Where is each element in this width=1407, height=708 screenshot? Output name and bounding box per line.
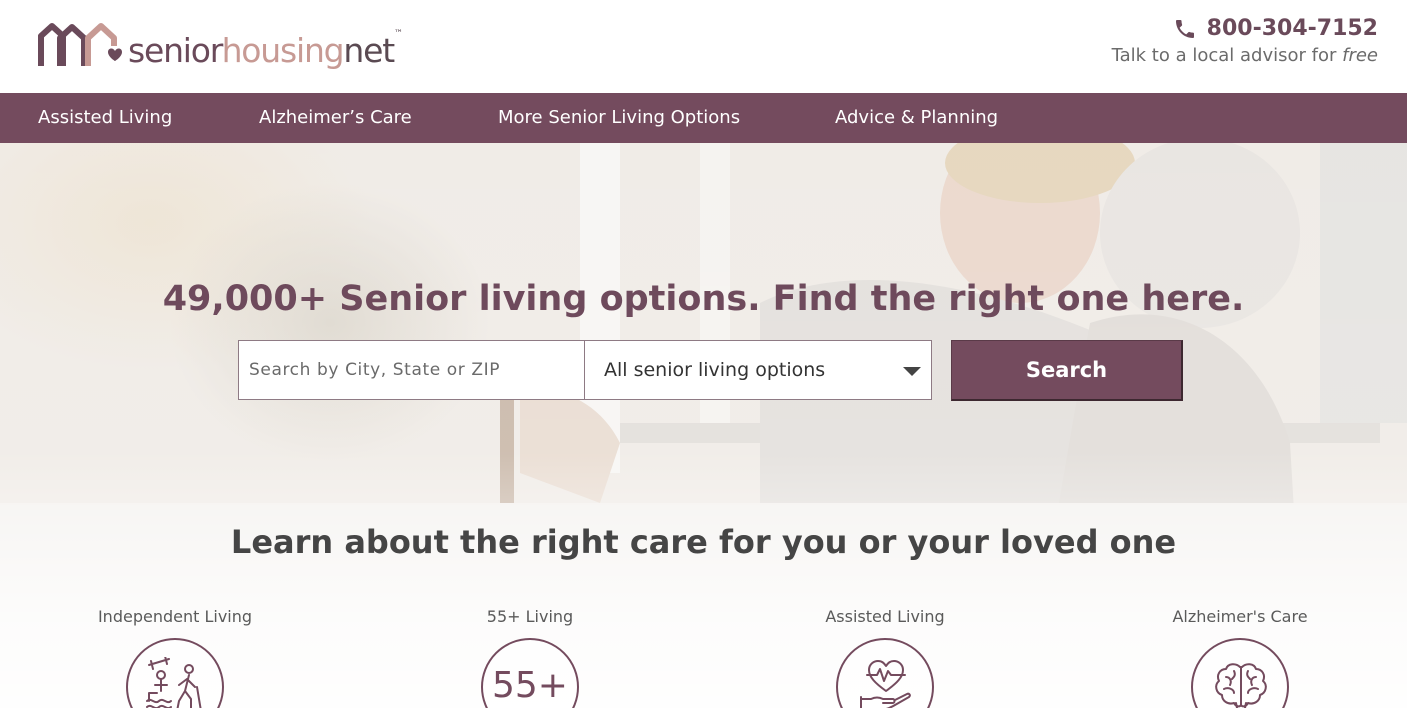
phone-icon	[1175, 19, 1194, 38]
advisor-label: Talk to a local advisor for	[1111, 45, 1337, 66]
phone-number: 800-304-7152	[1206, 16, 1378, 41]
site-logo[interactable]: seniorhousingnet™	[38, 18, 403, 70]
heart-hand-icon	[860, 660, 911, 708]
location-search-input[interactable]	[238, 340, 585, 400]
hero-section: 49,000+ Senior living options. Find the …	[0, 143, 1407, 708]
care-option-alzheimers-care[interactable]: Alzheimer's Care	[1120, 607, 1360, 708]
care-option-label: Independent Living	[97, 607, 253, 626]
select-value: All senior living options	[604, 359, 826, 381]
nav-item-alzheimers-care[interactable]: Alzheimer’s Care	[259, 107, 412, 128]
logo-trademark: ™	[393, 29, 403, 39]
nav-item-advice-planning[interactable]: Advice & Planning	[835, 107, 998, 128]
nav-item-assisted-living[interactable]: Assisted Living	[38, 107, 172, 128]
brain-icon	[1215, 663, 1267, 708]
care-option-circle[interactable]	[1191, 638, 1289, 708]
site-header: seniorhousingnet™ 800-304-7152 Talk to a…	[0, 0, 1407, 93]
phone-link[interactable]: 800-304-7152	[1112, 16, 1378, 41]
care-option-55-living[interactable]: 55+ Living 55+	[410, 607, 650, 708]
chevron-down-icon	[903, 367, 921, 376]
nav-item-more-options[interactable]: More Senior Living Options	[498, 107, 740, 128]
logo-text-housing: housing	[221, 31, 345, 70]
contact-block: 800-304-7152 Talk to a local advisor for…	[1112, 16, 1378, 66]
learn-title: Learn about the right care for you or yo…	[230, 523, 1177, 561]
care-option-label: 55+ Living	[486, 607, 574, 626]
hero-headline: 49,000+ Senior living options. Find the …	[162, 279, 1245, 319]
advisor-free: free	[1342, 45, 1378, 66]
care-option-independent-living[interactable]: Independent Living	[55, 607, 295, 708]
care-option-assisted-living[interactable]: Assisted Living	[765, 607, 1005, 708]
logo-text-senior: senior	[128, 31, 223, 70]
logo-text-net: net	[343, 31, 395, 70]
care-option-label: Alzheimer's Care	[1172, 607, 1308, 626]
care-option-circle[interactable]: 55+	[481, 638, 579, 708]
fitness-activities-icon	[146, 657, 202, 708]
logo-wordmark: seniorhousingnet™	[128, 30, 403, 70]
care-option-circle[interactable]	[126, 638, 224, 708]
living-option-select[interactable]: All senior living options	[584, 340, 932, 400]
advisor-text: Talk to a local advisor for free	[1112, 45, 1378, 66]
house-logo-icon	[38, 23, 122, 66]
55-plus-icon: 55+	[492, 665, 568, 706]
care-option-circle[interactable]	[836, 638, 934, 708]
care-option-label: Assisted Living	[825, 607, 945, 626]
search-button[interactable]: Search	[951, 340, 1183, 401]
main-nav: Assisted Living Alzheimer’s Care More Se…	[0, 93, 1407, 143]
